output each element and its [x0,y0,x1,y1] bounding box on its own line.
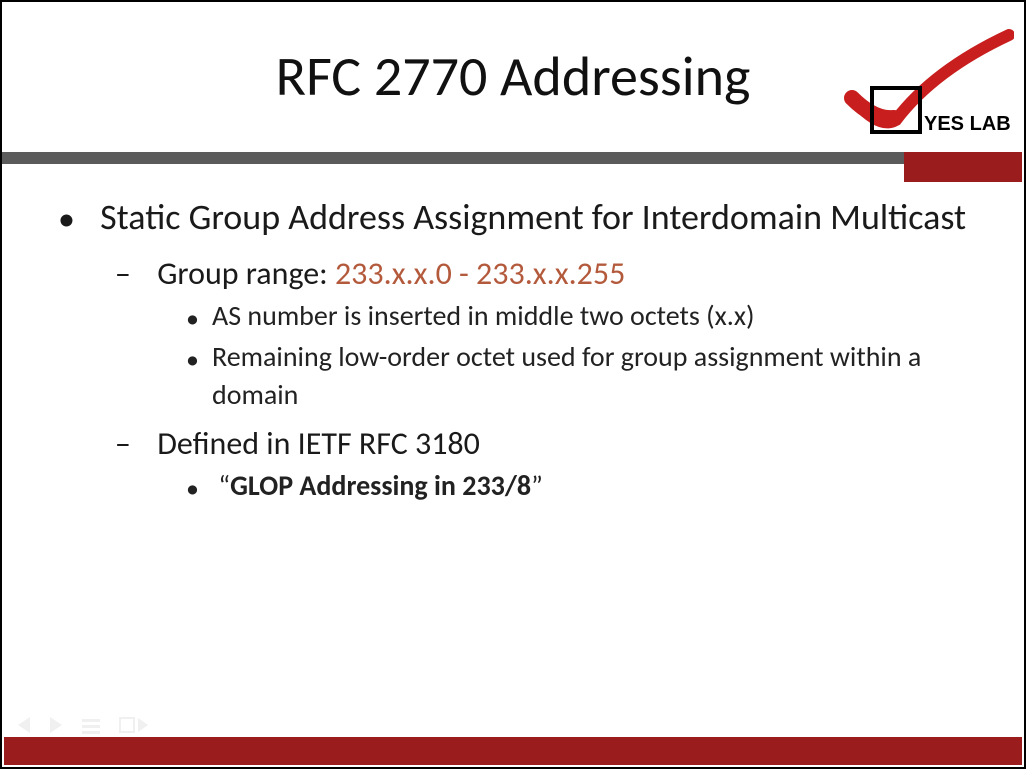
bullet-defined: Defined in IETF RFC 3180 “GLOP Addressin… [150,423,974,506]
slide-title: RFC 2770 Addressing [276,43,751,111]
bullet-glop: “GLOP Addressing in 233/8” [212,468,974,505]
divider-gray [2,152,904,164]
bullet-low-order: Remaining low-order octet used for group… [212,339,974,413]
bullet-as-number: AS number is inserted in middle two octe… [212,298,974,335]
slide: RFC 2770 Addressing YES LAB Static Group… [0,0,1026,769]
divider-red-block [904,152,1022,182]
yeslab-logo: YES LAB [824,20,1014,140]
glop-open-quote: “ [218,468,230,503]
content-area: Static Group Address Assignment for Inte… [2,164,1024,506]
defined-text: Defined in IETF RFC 3180 [157,424,480,463]
bullet-list-lvl3a: AS number is inserted in middle two octe… [150,298,974,413]
glop-text: GLOP Addressing in 233/8 [230,468,531,503]
bullet-list-lvl2: Group range: 233.x.x.0 - 233.x.x.255 AS … [92,253,974,506]
bullet-range: Group range: 233.x.x.0 - 233.x.x.255 AS … [150,253,974,413]
bullet-main-text: Static Group Address Assignment for Inte… [100,195,966,239]
svg-text:YES LAB: YES LAB [924,113,1011,135]
range-prefix: Group range: [157,254,335,293]
footer-red-bar [4,737,1022,765]
range-value: 233.x.x.0 - 233.x.x.255 [335,254,625,293]
bullet-list-lvl3b: “GLOP Addressing in 233/8” [150,468,974,505]
bullet-list-lvl1: Static Group Address Assignment for Inte… [52,194,974,506]
glop-close-quote: ” [531,468,543,503]
bullet-main: Static Group Address Assignment for Inte… [92,194,974,506]
title-area: RFC 2770 Addressing YES LAB [2,2,1024,152]
footer-nav-icons [12,713,172,737]
